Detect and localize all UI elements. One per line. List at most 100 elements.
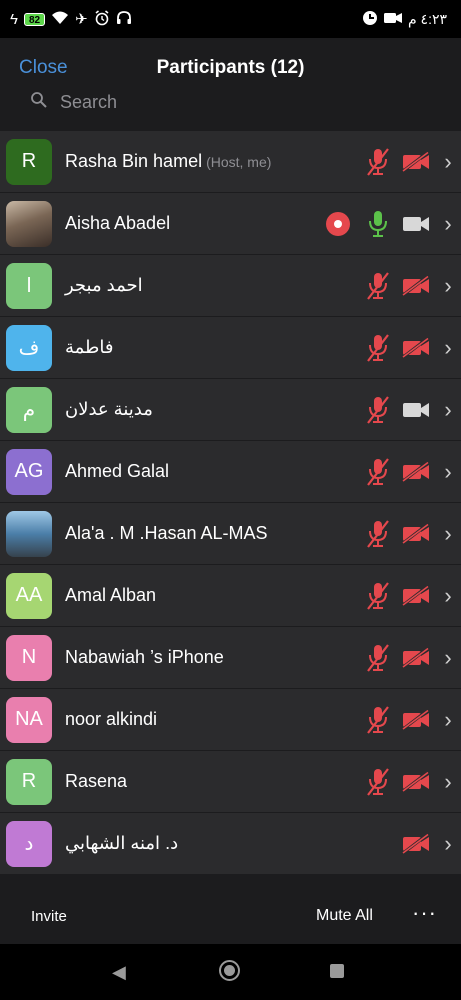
search-icon xyxy=(30,91,48,114)
participant-row[interactable]: AG Ahmed Galal › xyxy=(0,441,461,503)
avatar: AG xyxy=(6,448,52,495)
chevron-right-icon[interactable]: › xyxy=(439,521,457,547)
zoom-app-icon xyxy=(362,10,378,29)
video-on-icon xyxy=(401,211,431,237)
participant-row[interactable]: AA Amal Alban › xyxy=(0,565,461,627)
video-off-icon xyxy=(401,769,431,795)
participant-row[interactable]: R Rasha Bin hamel (Host, me) › xyxy=(0,131,461,193)
chevron-right-icon[interactable]: › xyxy=(439,831,457,857)
chevron-right-icon[interactable]: › xyxy=(439,335,457,361)
chevron-right-icon[interactable]: › xyxy=(439,149,457,175)
battery-icon: 82 xyxy=(23,12,46,26)
mute-all-button[interactable]: Mute All xyxy=(316,907,373,925)
participant-row[interactable]: م مدينة عدلان › xyxy=(0,379,461,441)
participant-name: Aisha Abadel xyxy=(65,213,170,234)
avatar: AA xyxy=(6,572,52,619)
participant-row[interactable]: NA noor alkindi › xyxy=(0,689,461,751)
avatar xyxy=(6,200,52,247)
status-bar-right: ٤:٢٣ م xyxy=(362,10,447,29)
video-icon xyxy=(383,11,402,27)
chevron-right-icon[interactable]: › xyxy=(439,397,457,423)
invite-button[interactable]: Invite xyxy=(31,908,67,925)
mic-muted-icon xyxy=(365,148,391,176)
participant-status-icons: › xyxy=(365,441,461,503)
participant-row[interactable]: د د. امنه الشهابي › xyxy=(0,813,461,875)
participant-name-text: احمد مبجر xyxy=(65,275,143,295)
chevron-right-icon[interactable]: › xyxy=(439,707,457,733)
search-bar[interactable] xyxy=(30,91,360,114)
participants-header: Close Participants (12) xyxy=(0,38,461,130)
status-bar: ϟ 82 ✈ ٤:٢٣ م xyxy=(0,0,461,38)
participant-name: فاطمة xyxy=(65,337,113,358)
participant-name: Rasena xyxy=(65,771,127,792)
status-time: ٤:٢٣ م xyxy=(407,10,447,27)
participant-row[interactable]: N Nabawiah ’s iPhone › xyxy=(0,627,461,689)
participant-status-icons: › xyxy=(365,627,461,689)
video-off-icon xyxy=(401,149,431,175)
video-on-icon xyxy=(401,397,431,423)
page-title: Participants (12) xyxy=(156,57,305,78)
participant-list: R Rasha Bin hamel (Host, me) › Aisha Abadel ›… xyxy=(0,131,461,875)
chevron-right-icon[interactable]: › xyxy=(439,211,457,237)
participant-row[interactable]: R Rasena › xyxy=(0,751,461,813)
video-off-icon xyxy=(401,335,431,361)
participant-name-text: Rasena xyxy=(65,771,128,791)
participant-status-icons: › xyxy=(326,193,461,255)
participant-status-icons: › xyxy=(365,255,461,317)
participant-row[interactable]: ف فاطمة › xyxy=(0,317,461,379)
participant-name: مدينة عدلان xyxy=(65,399,153,420)
more-options-icon[interactable]: ··· xyxy=(412,900,437,926)
participant-name: احمد مبجر xyxy=(65,275,143,296)
avatar: ا xyxy=(6,262,52,309)
chevron-right-icon[interactable]: › xyxy=(439,583,457,609)
chevron-right-icon[interactable]: › xyxy=(439,459,457,485)
video-off-icon xyxy=(401,459,431,485)
host-tag: (Host, me) xyxy=(206,154,272,170)
back-icon[interactable]: ◀ xyxy=(112,962,126,983)
avatar: R xyxy=(6,138,52,185)
home-icon[interactable] xyxy=(219,960,240,981)
avatar: N xyxy=(6,634,52,681)
participant-name-text: فاطمة xyxy=(65,337,114,357)
participant-name: Nabawiah ’s iPhone xyxy=(65,647,224,668)
video-off-icon xyxy=(401,521,431,547)
participant-name-text: مدينة عدلان xyxy=(65,399,153,419)
chevron-right-icon[interactable]: › xyxy=(439,769,457,795)
avatar: م xyxy=(6,386,52,433)
mic-muted-icon xyxy=(365,396,391,424)
avatar xyxy=(6,510,52,557)
system-nav-bar: ◀ xyxy=(0,944,461,1000)
mic-on-icon xyxy=(365,211,391,237)
participant-name: د. امنه الشهابي xyxy=(65,833,178,854)
avatar: د xyxy=(6,820,52,867)
mic-muted-icon xyxy=(365,458,391,486)
participant-status-icons: › xyxy=(365,131,461,193)
participant-name-text: Nabawiah ’s iPhone xyxy=(65,647,224,667)
wifi-icon xyxy=(51,11,69,28)
participant-status-icons: › xyxy=(365,379,461,441)
video-off-icon xyxy=(401,273,431,299)
participants-footer: Invite Mute All ··· xyxy=(0,886,461,944)
participant-status-icons: › xyxy=(365,689,461,751)
headset-icon xyxy=(116,10,132,29)
avatar: ف xyxy=(6,324,52,371)
participant-name-text: د. امنه الشهابي xyxy=(65,833,179,853)
mic-muted-icon xyxy=(365,582,391,610)
chevron-right-icon[interactable]: › xyxy=(439,273,457,299)
alarm-icon xyxy=(94,9,110,29)
video-off-icon xyxy=(401,831,431,857)
participant-row[interactable]: Ala'a . M .Hasan AL-MAS › xyxy=(0,503,461,565)
participant-name-text: noor alkindi xyxy=(65,709,158,729)
participant-status-icons: › xyxy=(365,317,461,379)
participant-row[interactable]: ا احمد مبجر › xyxy=(0,255,461,317)
participant-name: Ahmed Galal xyxy=(65,461,169,482)
participant-row[interactable]: Aisha Abadel › xyxy=(0,193,461,255)
participant-status-icons: › xyxy=(365,751,461,813)
participant-name: Ala'a . M .Hasan AL-MAS xyxy=(65,523,268,544)
search-input[interactable] xyxy=(60,92,360,113)
mic-muted-icon xyxy=(365,706,391,734)
participant-name: Rasha Bin hamel (Host, me) xyxy=(65,151,271,172)
chevron-right-icon[interactable]: › xyxy=(439,645,457,671)
participant-name-text: Rasha Bin hamel xyxy=(65,151,203,171)
recents-icon[interactable] xyxy=(330,964,344,978)
